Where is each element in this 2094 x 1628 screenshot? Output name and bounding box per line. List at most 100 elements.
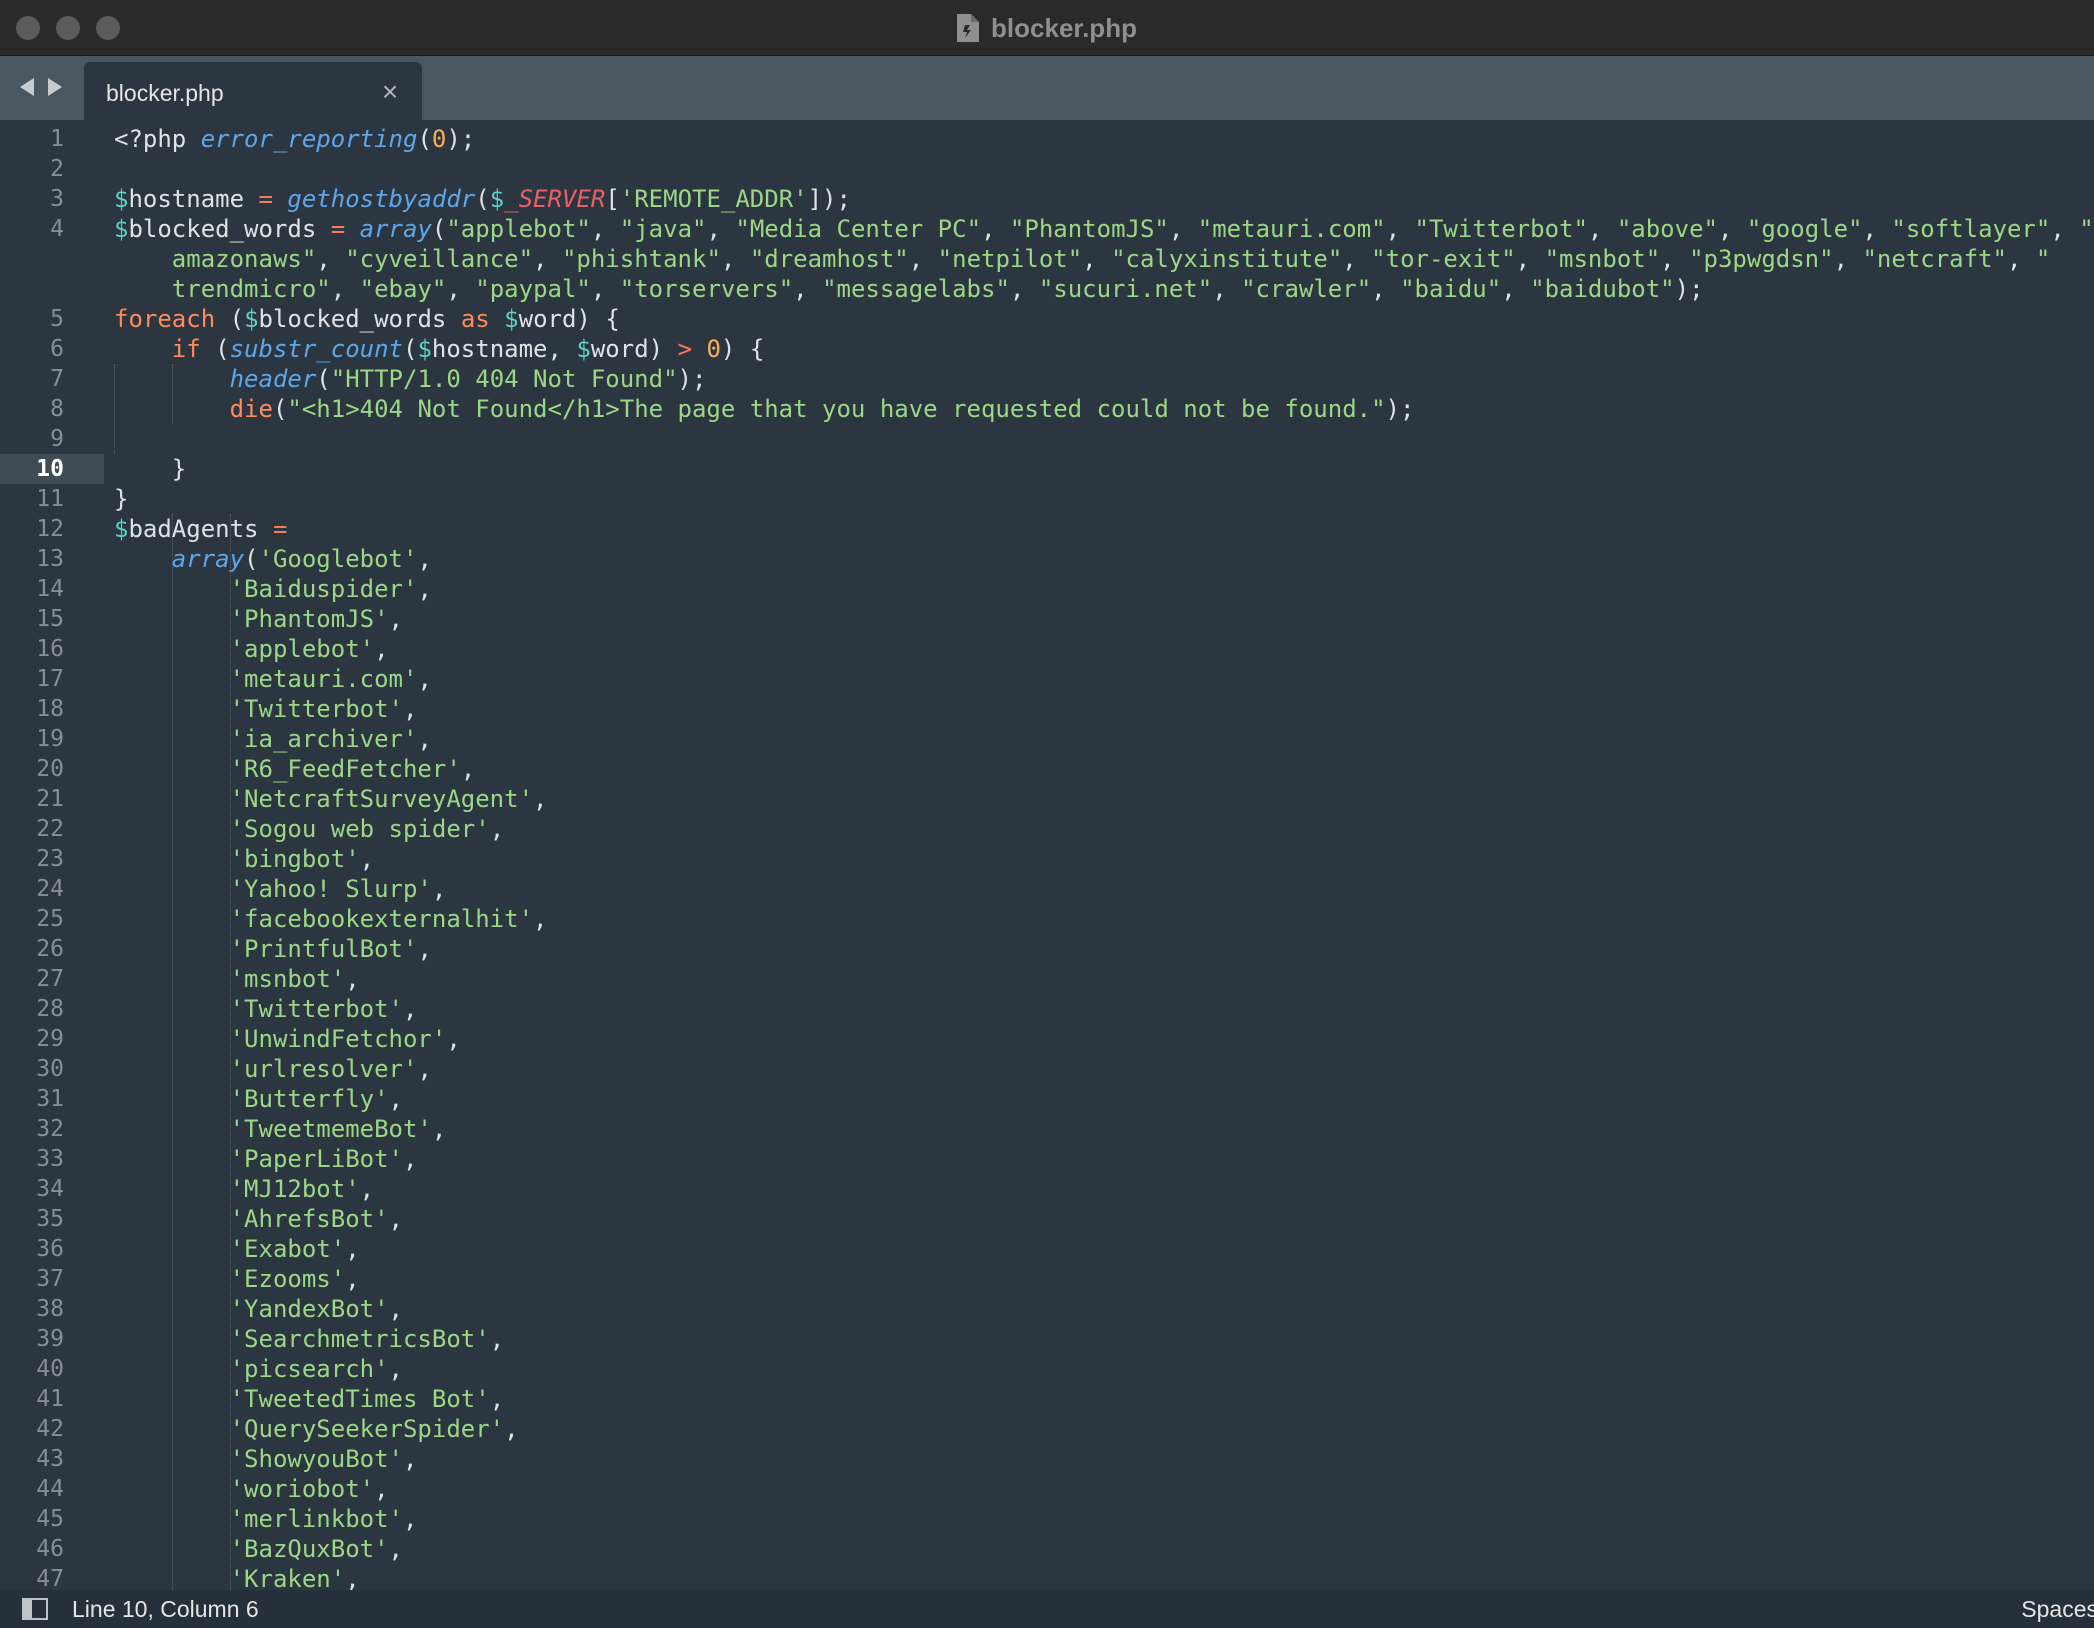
code-token: , <box>417 665 432 693</box>
code-line[interactable]: 7 header("HTTP/1.0 404 Not Found"); <box>0 364 2094 394</box>
code-token: , <box>504 1415 519 1443</box>
code-token: , <box>489 815 505 843</box>
code-line[interactable]: 43 'ShowyouBot', <box>0 1444 2094 1474</box>
code-line[interactable]: 26 'PrintfulBot', <box>0 934 2094 964</box>
code-line[interactable]: 44 'woriobot', <box>0 1474 2094 1504</box>
code-token: 0 <box>431 125 447 153</box>
code-line[interactable]: 39 'SearchmetricsBot', <box>0 1324 2094 1354</box>
tab-blocker-php[interactable]: blocker.php × <box>84 62 422 120</box>
code-token: 'REMOTE_ADDR' <box>619 185 808 213</box>
code-token: 'Twitterbot' <box>229 695 403 723</box>
code-line[interactable]: 37 'Ezooms', <box>0 1264 2094 1294</box>
cursor-position: Line 10, Column 6 <box>72 1596 259 1622</box>
code-line[interactable]: 5 foreach ($blocked_words as $word) { <box>0 304 2094 334</box>
code-line[interactable]: 17 'metauri.com', <box>0 664 2094 694</box>
code-line[interactable]: 24 'Yahoo! Slurp', <box>0 874 2094 904</box>
code-line[interactable]: 15 'PhantomJS', <box>0 604 2094 634</box>
line-number: 6 <box>50 336 64 362</box>
indentation-setting[interactable]: Spaces <box>2021 1590 2094 1628</box>
code-line[interactable]: 27 'msnbot', <box>0 964 2094 994</box>
code-line[interactable]: 16 'applebot', <box>0 634 2094 664</box>
code-line[interactable]: 30 'urlresolver', <box>0 1054 2094 1084</box>
code-line[interactable]: 9 <box>0 424 2094 454</box>
code-line[interactable]: 18 'Twitterbot', <box>0 694 2094 724</box>
code-line[interactable]: 12 $badAgents = <box>0 514 2094 544</box>
code-line[interactable]: 34 'MJ12bot', <box>0 1174 2094 1204</box>
code-line[interactable]: trendmicro", "ebay", "paypal", "torserve… <box>0 274 2094 304</box>
code-token: array <box>359 215 432 243</box>
code-line[interactable]: 38 'YandexBot', <box>0 1294 2094 1324</box>
sidebar-toggle-icon[interactable] <box>22 1598 48 1620</box>
code-line[interactable]: amazonaws", "cyveillance", "phishtank", … <box>0 244 2094 274</box>
code-token: "tor-exit" <box>1371 245 1516 273</box>
code-text: 'Ezooms', <box>114 1264 360 1294</box>
line-number: 18 <box>36 696 64 722</box>
code-line[interactable]: 20 'R6_FeedFetcher', <box>0 754 2094 784</box>
code-line[interactable]: 3 $hostname = gethostbyaddr($_SERVER['REM… <box>0 184 2094 214</box>
code-line[interactable]: 22 'Sogou web spider', <box>0 814 2094 844</box>
code-token: 'YandexBot' <box>229 1295 389 1323</box>
code-line[interactable]: 2 <box>0 154 2094 184</box>
code-token: ( <box>244 545 259 573</box>
code-line[interactable]: 13 array('Googlebot', <box>0 544 2094 574</box>
code-text: 'urlresolver', <box>114 1054 432 1084</box>
code-text: 'PaperLiBot', <box>114 1144 418 1174</box>
code-line[interactable]: 29 'UnwindFetchor', <box>0 1024 2094 1054</box>
code-line[interactable]: 40 'picsearch', <box>0 1354 2094 1384</box>
code-line[interactable]: 47 'Kraken', <box>0 1564 2094 1590</box>
line-number: 16 <box>36 636 64 662</box>
code-token: , <box>1501 275 1531 303</box>
code-line[interactable]: 42 'QuerySeekerSpider', <box>0 1414 2094 1444</box>
code-line[interactable]: 11} <box>0 484 2094 514</box>
code-token: , <box>316 245 346 273</box>
code-token: "<h1>404 Not Found</h1>The page that you… <box>287 395 1386 423</box>
code-line[interactable]: 19 'ia_archiver', <box>0 724 2094 754</box>
code-token: 'woriobot' <box>229 1475 375 1503</box>
code-line[interactable]: 6 if (substr_count($hostname, $word) > 0… <box>0 334 2094 364</box>
code-token: , <box>374 1475 389 1503</box>
line-number: 4 <box>50 216 64 242</box>
code-line[interactable]: 4 $blocked_words = array("applebot", "jav… <box>0 214 2094 244</box>
code-line[interactable]: 10 } <box>0 454 2094 484</box>
line-number: 31 <box>36 1086 64 1112</box>
code-token: , <box>345 1235 360 1263</box>
code-text: 'AhrefsBot', <box>114 1204 403 1234</box>
code-line[interactable]: 1 <?php error_reporting(0); <box>0 124 2094 154</box>
line-number: 15 <box>36 606 64 632</box>
code-token: , <box>388 1355 403 1383</box>
code-text: 'picsearch', <box>114 1354 403 1384</box>
code-line[interactable]: 45 'merlinkbot', <box>0 1504 2094 1534</box>
code-token: 'ia_archiver' <box>229 725 418 753</box>
code-line[interactable]: 33 'PaperLiBot', <box>0 1144 2094 1174</box>
code-line[interactable]: 31 'Butterfly', <box>0 1084 2094 1114</box>
line-number: 24 <box>36 876 64 902</box>
code-line[interactable]: 28 'Twitterbot', <box>0 994 2094 1024</box>
code-token: > <box>677 335 693 363</box>
code-line[interactable]: 23 'bingbot', <box>0 844 2094 874</box>
code-line[interactable]: 46 'BazQuxBot', <box>0 1534 2094 1564</box>
indent-guide <box>171 364 173 424</box>
code-token: header <box>229 365 317 393</box>
triangle-right-icon[interactable] <box>44 74 66 100</box>
line-number: 41 <box>36 1386 64 1412</box>
code-line[interactable]: 36 'Exabot', <box>0 1234 2094 1264</box>
code-line[interactable]: 8 die("<h1>404 Not Found</h1>The page th… <box>0 394 2094 424</box>
code-token: 'merlinkbot' <box>229 1505 403 1533</box>
code-line[interactable]: 35 'AhrefsBot', <box>0 1204 2094 1234</box>
line-number: 32 <box>36 1116 64 1142</box>
code-line[interactable]: 14 'Baiduspider', <box>0 574 2094 604</box>
line-number: 9 <box>50 426 64 452</box>
code-line[interactable]: 25 'facebookexternalhit', <box>0 904 2094 934</box>
code-line[interactable]: 21 'NetcraftSurveyAgent', <box>0 784 2094 814</box>
code-token: "softlayer" <box>1891 215 2051 243</box>
code-line[interactable]: 41 'TweetedTimes Bot', <box>0 1384 2094 1414</box>
close-icon[interactable]: × <box>378 78 402 106</box>
code-editor[interactable]: 1 <?php error_reporting(0); 2 3 $hostname = … <box>0 120 2094 1590</box>
code-token: , <box>1717 215 1747 243</box>
code-token: " <box>2079 215 2094 243</box>
triangle-left-icon[interactable] <box>16 74 38 100</box>
code-token: , <box>489 1325 505 1353</box>
code-line[interactable]: 32 'TweetmemeBot', <box>0 1114 2094 1144</box>
code-token: 'AhrefsBot' <box>229 1205 389 1233</box>
